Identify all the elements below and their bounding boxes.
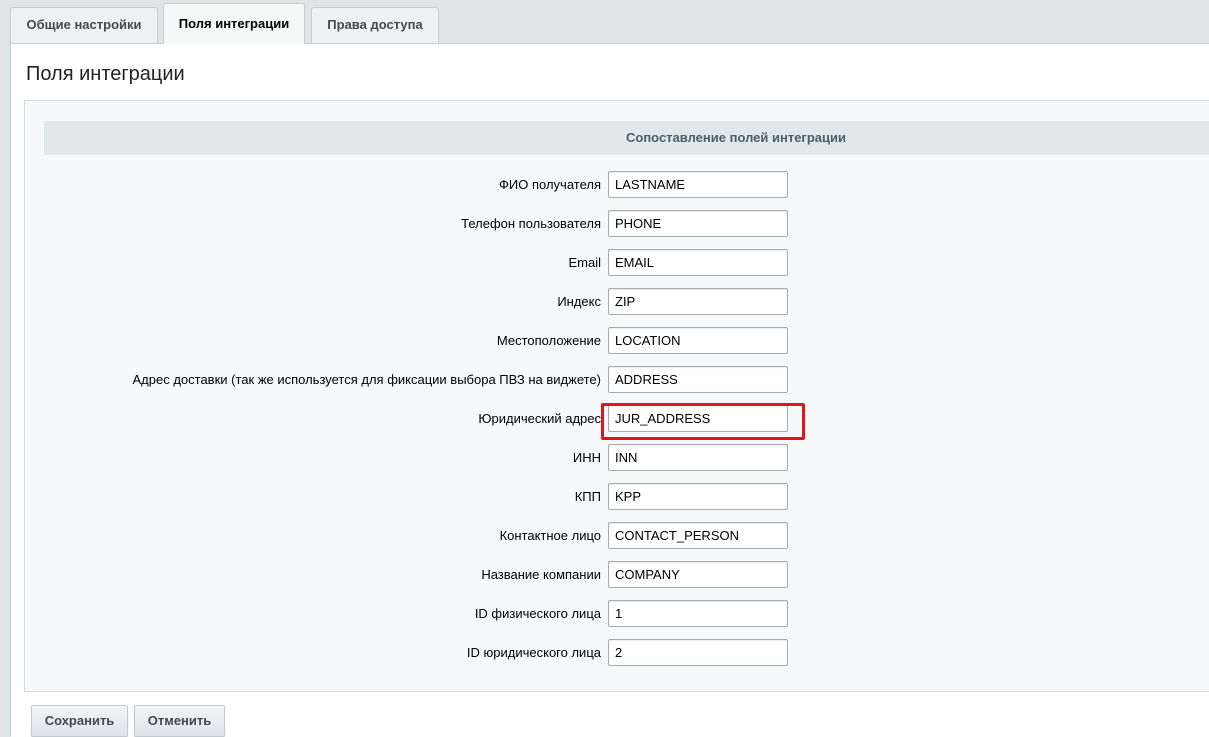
- field-label: Контактное лицо: [499, 528, 601, 543]
- zip-field[interactable]: [608, 288, 788, 315]
- field-label: Название компании: [481, 567, 601, 582]
- field-label: ID юридического лица: [466, 645, 601, 660]
- settings-panel: Поля интеграции Сопоставление полей инте…: [10, 43, 1209, 737]
- field-label: Телефон пользователя: [461, 216, 601, 231]
- field-label: Местоположение: [496, 333, 601, 348]
- field-label: Индекс: [557, 294, 601, 309]
- company-name-field[interactable]: [608, 561, 788, 588]
- cancel-button[interactable]: Отменить: [134, 705, 225, 737]
- field-label: Юридический адрес: [478, 411, 601, 426]
- kpp-field[interactable]: [608, 483, 788, 510]
- form-row: Адрес доставки (так же используется для …: [25, 366, 825, 394]
- form-row: Телефон пользователя: [25, 210, 825, 238]
- recipient-name-field[interactable]: [608, 171, 788, 198]
- tab-bar: Общие настройки Поля интеграции Права до…: [0, 0, 1209, 44]
- tab-access-rights[interactable]: Права доступа: [311, 7, 439, 43]
- form-row: ID юридического лица: [25, 639, 825, 667]
- save-button[interactable]: Сохранить: [31, 705, 128, 737]
- contact-person-field[interactable]: [608, 522, 788, 549]
- location-field[interactable]: [608, 327, 788, 354]
- tab-general-settings[interactable]: Общие настройки: [10, 7, 158, 43]
- form-row: КПП: [25, 483, 825, 511]
- email-field[interactable]: [608, 249, 788, 276]
- page-title: Поля интеграции: [26, 63, 185, 85]
- form-row: ФИО получателя: [25, 171, 825, 199]
- form-row: Контактное лицо: [25, 522, 825, 550]
- legal-address-field[interactable]: [608, 405, 788, 432]
- inn-field[interactable]: [608, 444, 788, 471]
- section-title: Сопоставление полей интеграции: [626, 130, 846, 145]
- form-row: Email: [25, 249, 825, 277]
- form-row: ИНН: [25, 444, 825, 472]
- field-label: ИНН: [572, 450, 601, 465]
- individual-id-field[interactable]: [608, 600, 788, 627]
- field-label: ФИО получателя: [499, 177, 601, 192]
- form-row: ID физического лица: [25, 600, 825, 628]
- field-label: Адрес доставки (так же используется для …: [132, 372, 602, 387]
- form-row: Юридический адрес: [25, 405, 825, 433]
- form-content: Сопоставление полей интеграции ФИО получ…: [24, 100, 1209, 692]
- form-footer: Сохранить Отменить: [11, 693, 1209, 737]
- field-label: ID физического лица: [474, 606, 601, 621]
- field-label: Email: [568, 255, 601, 270]
- form-row: Название компании: [25, 561, 825, 589]
- user-phone-field[interactable]: [608, 210, 788, 237]
- legal-entity-id-field[interactable]: [608, 639, 788, 666]
- section-header: Сопоставление полей интеграции: [44, 121, 1209, 155]
- field-label: КПП: [574, 489, 601, 504]
- delivery-address-field[interactable]: [608, 366, 788, 393]
- tab-integration-fields[interactable]: Поля интеграции: [163, 3, 305, 44]
- form-row: Индекс: [25, 288, 825, 316]
- form-row: Местоположение: [25, 327, 825, 355]
